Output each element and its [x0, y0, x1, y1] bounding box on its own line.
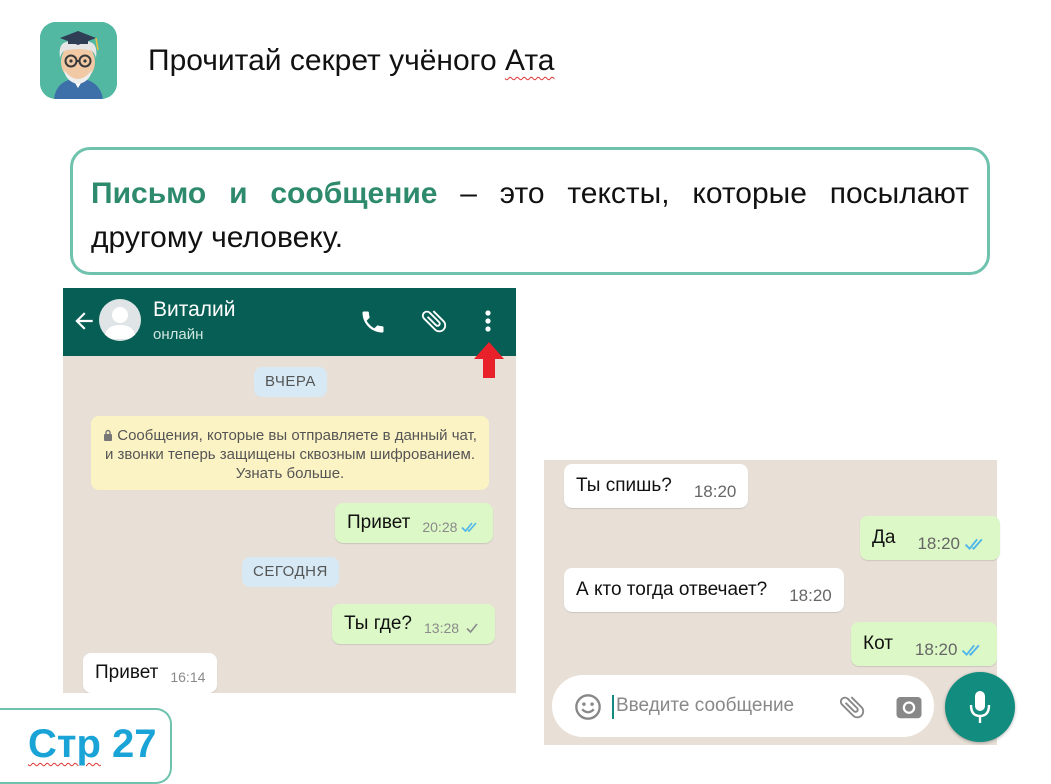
avatar[interactable]	[99, 299, 141, 341]
message-time: 18:20	[917, 534, 960, 553]
page-number-label: Стр 27	[28, 722, 157, 767]
message-text: А кто тогда отвечает?	[576, 579, 768, 600]
message-text: Ты где?	[344, 613, 413, 634]
message-text: Привет	[347, 512, 411, 533]
phone-icon[interactable]	[359, 308, 387, 336]
message-time: 13:28	[424, 620, 460, 636]
page-number: 27	[100, 722, 157, 766]
double-check-icon	[964, 538, 983, 551]
mic-button[interactable]	[945, 672, 1015, 742]
encryption-notice-text: Сообщения, которые вы отправляете в данн…	[104, 427, 477, 482]
date-chip-yesterday: ВЧЕРА	[254, 367, 327, 397]
text-caret	[612, 695, 614, 719]
pointer-arrow-icon	[474, 342, 504, 378]
more-vertical-icon[interactable]	[477, 308, 499, 334]
definition-box: Письмо и сообщение – это тексты, которые…	[70, 147, 990, 275]
chat-screenshot-1: Виталий онлайн ВЧЕРА Сообщения, которые …	[63, 288, 516, 693]
chat-header: Виталий онлайн	[63, 288, 516, 356]
paperclip-icon[interactable]	[837, 692, 867, 722]
single-check-icon	[466, 623, 478, 634]
message-input[interactable]	[616, 693, 816, 719]
message-bubble[interactable]: Да 18:20	[860, 516, 1000, 560]
lock-icon	[104, 429, 113, 441]
message-bubble[interactable]: Кот 18:20	[851, 622, 998, 666]
definition-term: Письмо и сообщение	[91, 177, 438, 210]
message-text: Кот	[863, 633, 893, 654]
message-time: 18:20	[914, 640, 958, 659]
message-bubble[interactable]: А кто тогда отвечает? 18:20	[564, 568, 844, 612]
chat-screenshot-2: Ты спишь? 18:20 Да 18:20 А кто тогда отв…	[544, 460, 1020, 745]
page-number-badge: Стр 27	[0, 708, 172, 784]
encryption-notice[interactable]: Сообщения, которые вы отправляете в данн…	[91, 416, 489, 490]
message-time: 18:20	[693, 482, 737, 501]
message-bubble[interactable]: Ты спишь? 18:20	[564, 464, 749, 508]
message-time: 18:20	[789, 586, 832, 605]
message-text: Привет	[95, 662, 159, 683]
date-chip-today: СЕГОДНЯ	[242, 557, 339, 587]
title-name: Ата	[504, 44, 555, 77]
message-bubble[interactable]: Привет 20:28	[335, 503, 494, 543]
paperclip-icon[interactable]	[419, 306, 449, 336]
message-bubble[interactable]: Привет 16:14	[83, 653, 218, 693]
title-main: Прочитай секрет учёного	[148, 44, 505, 77]
double-check-icon	[962, 644, 981, 657]
page-word: Стр	[28, 722, 101, 766]
contact-status: онлайн	[153, 326, 204, 343]
message-time: 16:14	[170, 669, 206, 685]
emoji-icon[interactable]	[574, 693, 602, 721]
message-input-bar	[552, 675, 934, 737]
slide-title: Прочитай секрет учёного Ата	[148, 44, 554, 78]
message-bubble[interactable]: Ты где? 13:28	[332, 604, 496, 644]
mic-icon	[969, 691, 991, 723]
message-time: 20:28	[422, 519, 458, 535]
camera-icon[interactable]	[894, 692, 924, 722]
message-text: Ты спишь?	[576, 475, 672, 496]
back-arrow-icon[interactable]	[71, 308, 97, 334]
message-text: Да	[872, 527, 896, 548]
double-check-icon	[461, 522, 478, 533]
scientist-mascot-icon	[40, 22, 117, 99]
contact-name[interactable]: Виталий	[153, 298, 236, 322]
